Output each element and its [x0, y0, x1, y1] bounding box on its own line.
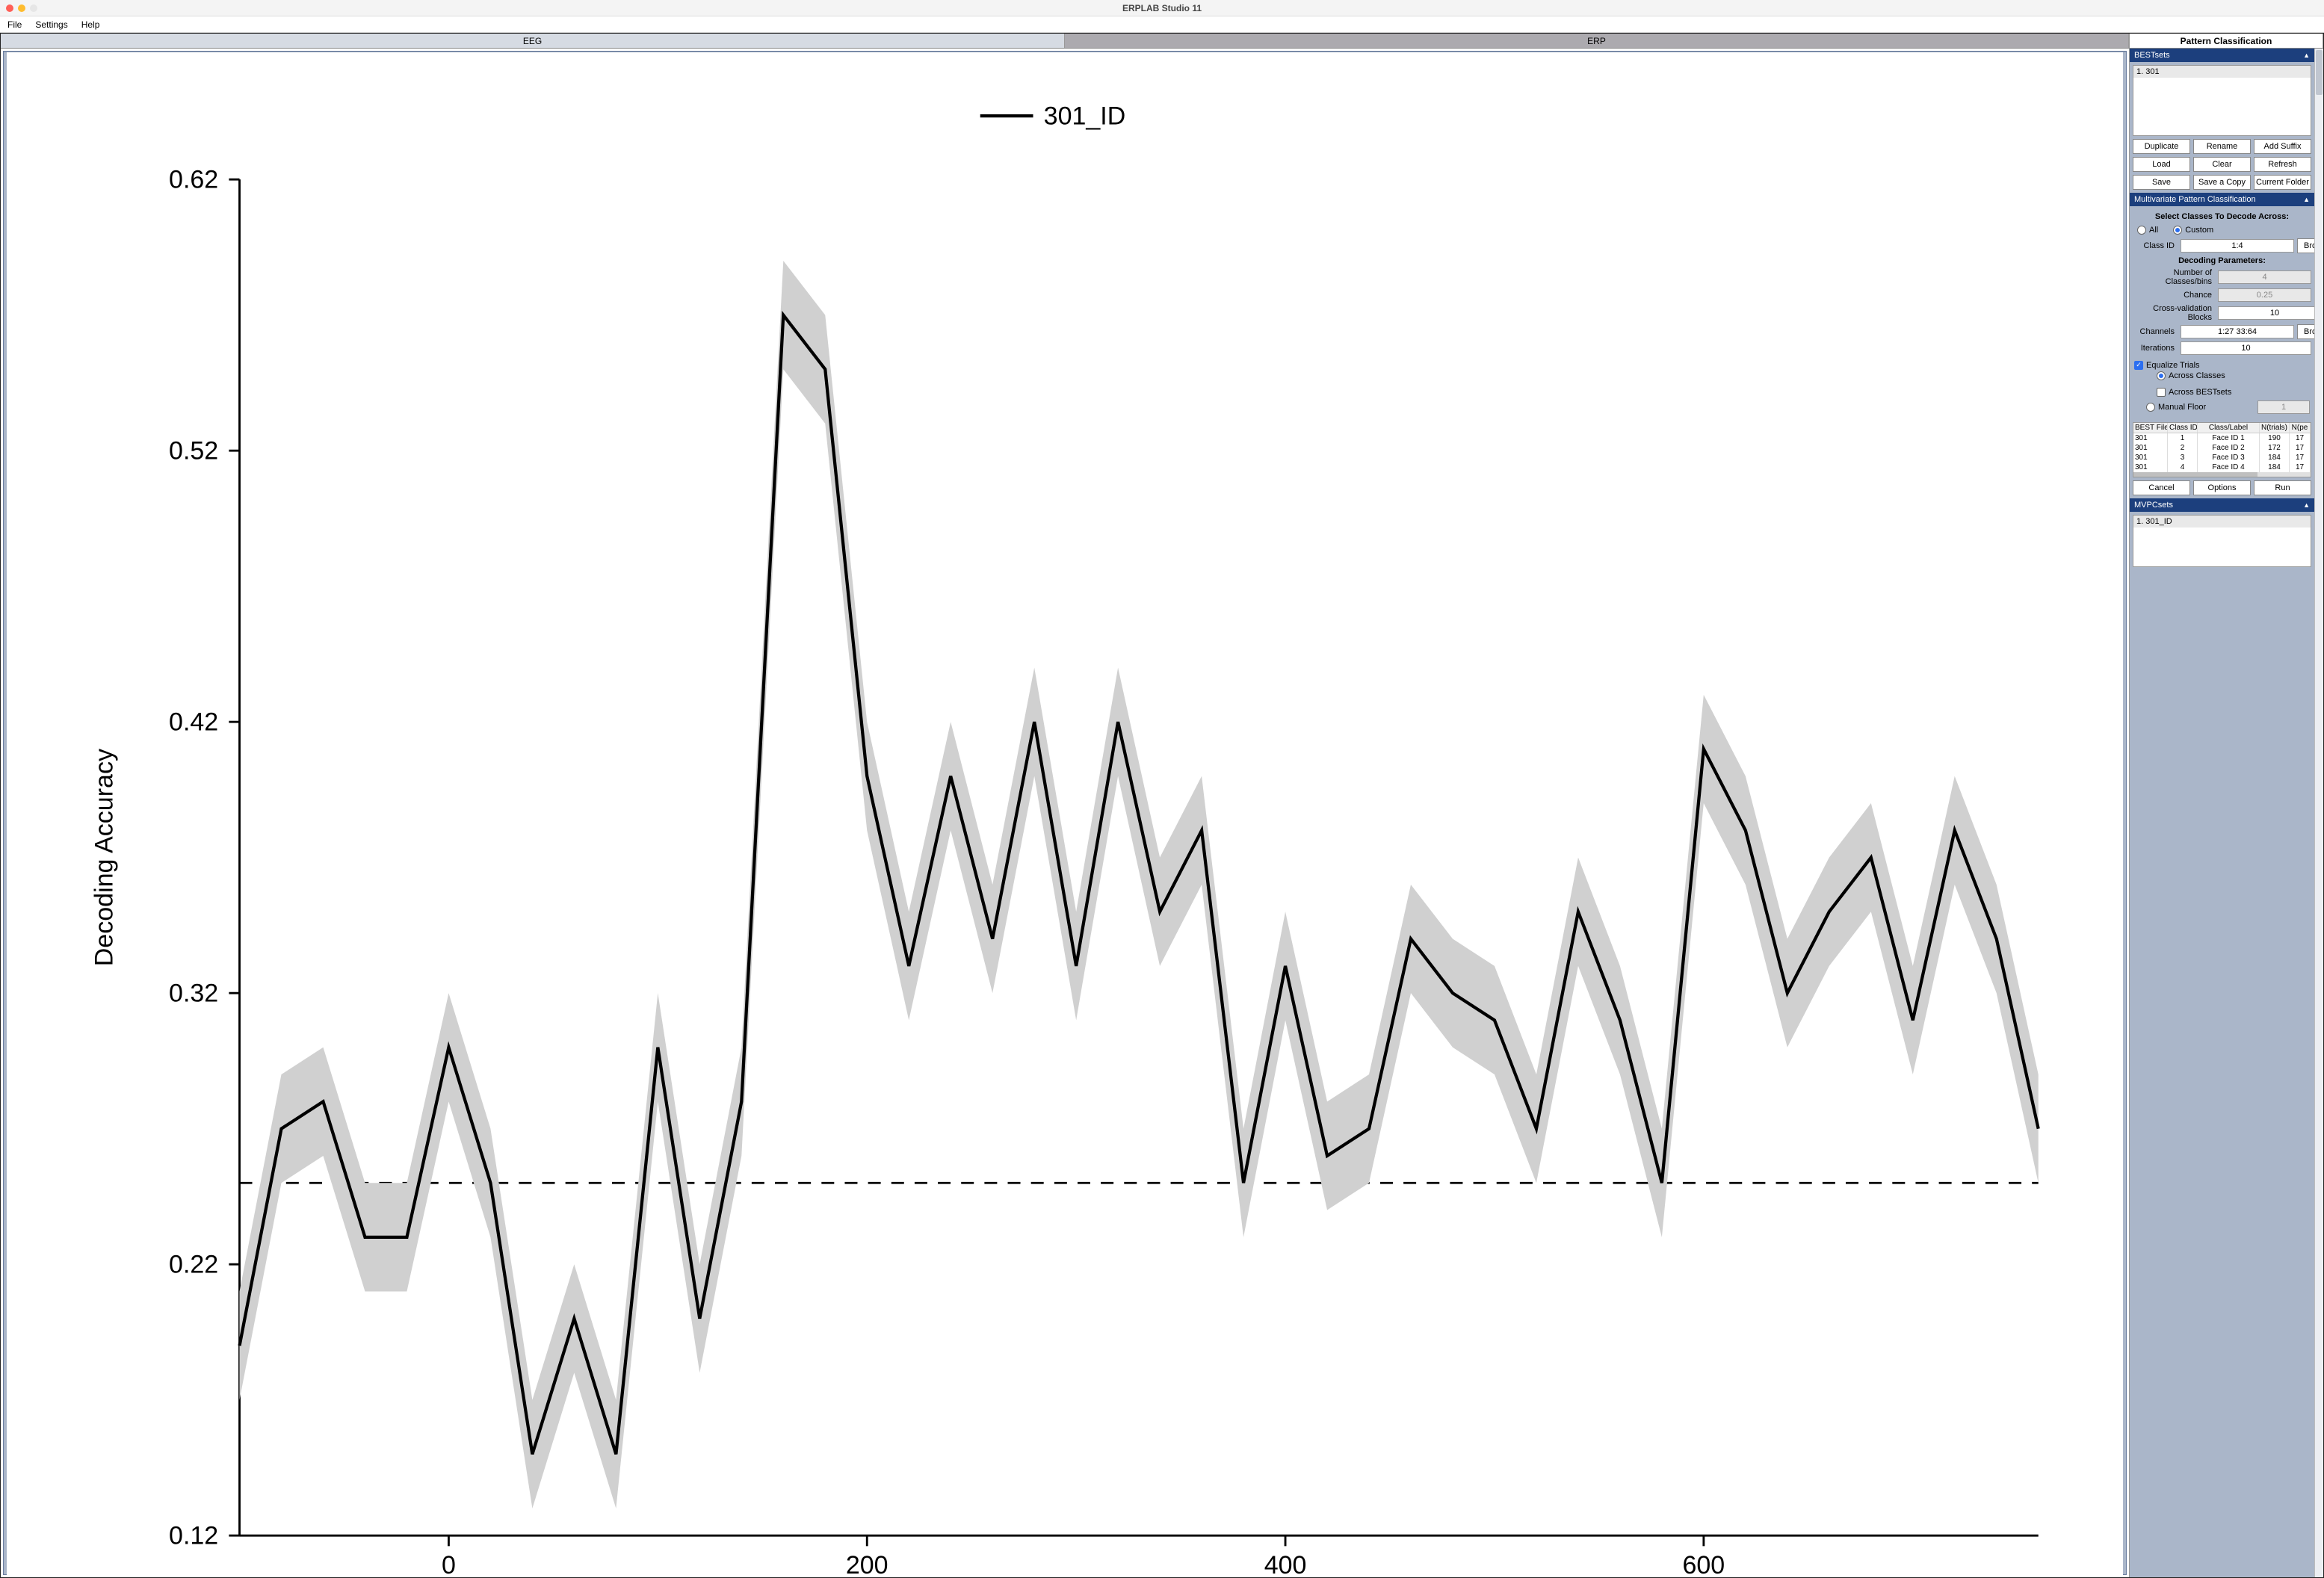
- checkbox-across-bestsets[interactable]: Across BESTsets: [2157, 388, 2231, 397]
- menu-help[interactable]: Help: [81, 19, 100, 30]
- table-row[interactable]: 3011Face ID 119017: [2133, 433, 2311, 443]
- svg-text:301_ID: 301_ID: [1044, 102, 1126, 130]
- manual-floor-field: 1: [2257, 400, 2310, 414]
- class-id-label: Class ID: [2133, 241, 2178, 250]
- cv-blocks-input[interactable]: [2218, 306, 2323, 320]
- channels-label: Channels: [2133, 327, 2178, 336]
- iterations-input[interactable]: [2181, 341, 2311, 355]
- channels-input[interactable]: [2181, 325, 2294, 338]
- cv-blocks-label: Cross-validation Blocks: [2133, 304, 2215, 322]
- cancel-button[interactable]: Cancel: [2133, 480, 2190, 495]
- mvpcsets-listbox[interactable]: 1. 301_ID: [2133, 515, 2311, 567]
- equalize-trials-checkbox[interactable]: Equalize Trials: [2134, 361, 2200, 370]
- svg-text:0.42: 0.42: [169, 708, 218, 736]
- save-copy-button[interactable]: Save a Copy: [2193, 175, 2251, 190]
- th-class-label: Class/Label: [2198, 423, 2260, 433]
- tab-eeg[interactable]: EEG: [1, 34, 1065, 48]
- table-row[interactable]: 3013Face ID 318417: [2133, 453, 2311, 462]
- panel-bestsets-title: BESTsets: [2134, 51, 2170, 60]
- svg-text:0.32: 0.32: [169, 979, 218, 1007]
- view-tabs: EEG ERP Pattern Classification: [1, 34, 2323, 49]
- svg-text:200: 200: [846, 1551, 889, 1577]
- panel-mvpcsets-header[interactable]: MVPCsets ▲: [2130, 498, 2314, 512]
- window-controls: [6, 4, 37, 12]
- panel-bestsets-body: 1. 301 Duplicate Rename Add Suffix Load …: [2130, 62, 2314, 193]
- svg-text:0: 0: [442, 1551, 456, 1577]
- duplicate-button[interactable]: Duplicate: [2133, 139, 2190, 154]
- svg-text:0.62: 0.62: [169, 165, 218, 194]
- table-row[interactable]: 3012Face ID 217217: [2133, 443, 2311, 453]
- collapse-icon: ▲: [2303, 501, 2310, 509]
- panel-mvpcsets-body: 1. 301_ID: [2130, 512, 2314, 570]
- save-button[interactable]: Save: [2133, 175, 2190, 190]
- bestsets-listbox[interactable]: 1. 301: [2133, 65, 2311, 136]
- th-n-per: N(pe: [2290, 423, 2311, 433]
- svg-text:Decoding Accuracy: Decoding Accuracy: [90, 749, 119, 966]
- options-button[interactable]: Options: [2193, 480, 2251, 495]
- class-id-input[interactable]: [2181, 239, 2294, 253]
- menu-file[interactable]: File: [7, 19, 22, 30]
- side-panel: BESTsets ▲ 1. 301 Duplicate Rename Add S…: [2129, 49, 2323, 1577]
- titlebar: ERPLAB Studio 11: [0, 0, 2324, 16]
- plot-panel: 0.120.220.320.420.520.620200400600Time (…: [3, 51, 2127, 1575]
- th-n-trials: N(trials): [2260, 423, 2290, 433]
- load-button[interactable]: Load: [2133, 157, 2190, 172]
- svg-text:0.52: 0.52: [169, 436, 218, 465]
- radio-across-classes[interactable]: Across Classes: [2157, 371, 2225, 380]
- panel-mvpc-title: Multivariate Pattern Classification: [2134, 195, 2256, 204]
- iterations-label: Iterations: [2133, 344, 2178, 353]
- panel-mvpcsets-title: MVPCsets: [2134, 501, 2173, 510]
- list-item[interactable]: 1. 301: [2133, 66, 2311, 78]
- tab-pattern-classification: Pattern Classification: [2129, 34, 2323, 48]
- svg-text:0.22: 0.22: [169, 1250, 218, 1278]
- add-suffix-button[interactable]: Add Suffix: [2254, 139, 2311, 154]
- radio-all[interactable]: All: [2137, 226, 2158, 235]
- rename-button[interactable]: Rename: [2193, 139, 2251, 154]
- radio-manual-floor[interactable]: Manual Floor: [2146, 403, 2206, 412]
- decoding-params-header: Decoding Parameters:: [2133, 256, 2311, 265]
- svg-text:0.12: 0.12: [169, 1521, 218, 1550]
- radio-custom[interactable]: Custom: [2173, 226, 2213, 235]
- table-h-scrollbar[interactable]: [2133, 472, 2311, 477]
- refresh-button[interactable]: Refresh: [2254, 157, 2311, 172]
- window-title: ERPLAB Studio 11: [1122, 3, 1202, 13]
- maximize-icon[interactable]: [30, 4, 37, 12]
- run-button[interactable]: Run: [2254, 480, 2311, 495]
- panel-mvpc-body: Select Classes To Decode Across: All Cus…: [2130, 206, 2314, 498]
- svg-text:600: 600: [1683, 1551, 1725, 1577]
- list-item[interactable]: 1. 301_ID: [2133, 516, 2311, 527]
- n-classes-field: 4: [2218, 270, 2311, 284]
- chance-field: 0.25: [2218, 288, 2311, 302]
- minimize-icon[interactable]: [18, 4, 25, 12]
- select-classes-header: Select Classes To Decode Across:: [2133, 212, 2311, 221]
- chance-label: Chance: [2133, 291, 2215, 300]
- app-frame: EEG ERP Pattern Classification 0.12 0.22 0…: [0, 33, 2324, 1578]
- panel-bestsets-header[interactable]: BESTsets ▲: [2130, 49, 2314, 62]
- menubar: File Settings Help: [0, 16, 2324, 33]
- n-classes-label: Number of Classes/bins: [2133, 268, 2215, 286]
- decoding-accuracy-chart: 0.120.220.320.420.520.620200400600Time (…: [7, 52, 2123, 1577]
- workspace: 0.120.220.320.420.520.620200400600Time (…: [1, 49, 2323, 1577]
- current-folder-button[interactable]: Current Folder: [2254, 175, 2311, 190]
- panel-mvpc-header[interactable]: Multivariate Pattern Classification ▲: [2130, 193, 2314, 206]
- table-row[interactable]: 3014Face ID 418417: [2133, 462, 2311, 472]
- th-class-id: Class ID: [2168, 423, 2198, 433]
- menu-settings[interactable]: Settings: [35, 19, 67, 30]
- collapse-icon: ▲: [2303, 196, 2310, 203]
- plot-canvas: 0.120.220.320.420.520.620200400600Time (…: [7, 52, 2123, 1577]
- collapse-icon: ▲: [2303, 52, 2310, 59]
- svg-text:400: 400: [1264, 1551, 1307, 1577]
- close-icon[interactable]: [6, 4, 13, 12]
- class-table[interactable]: BEST File Class ID Class/Label N(trials)…: [2133, 422, 2311, 477]
- th-best-file: BEST File: [2133, 423, 2168, 433]
- clear-button[interactable]: Clear: [2193, 157, 2251, 172]
- tab-erp[interactable]: ERP: [1065, 34, 2129, 48]
- side-scrollbar[interactable]: [2314, 49, 2323, 1577]
